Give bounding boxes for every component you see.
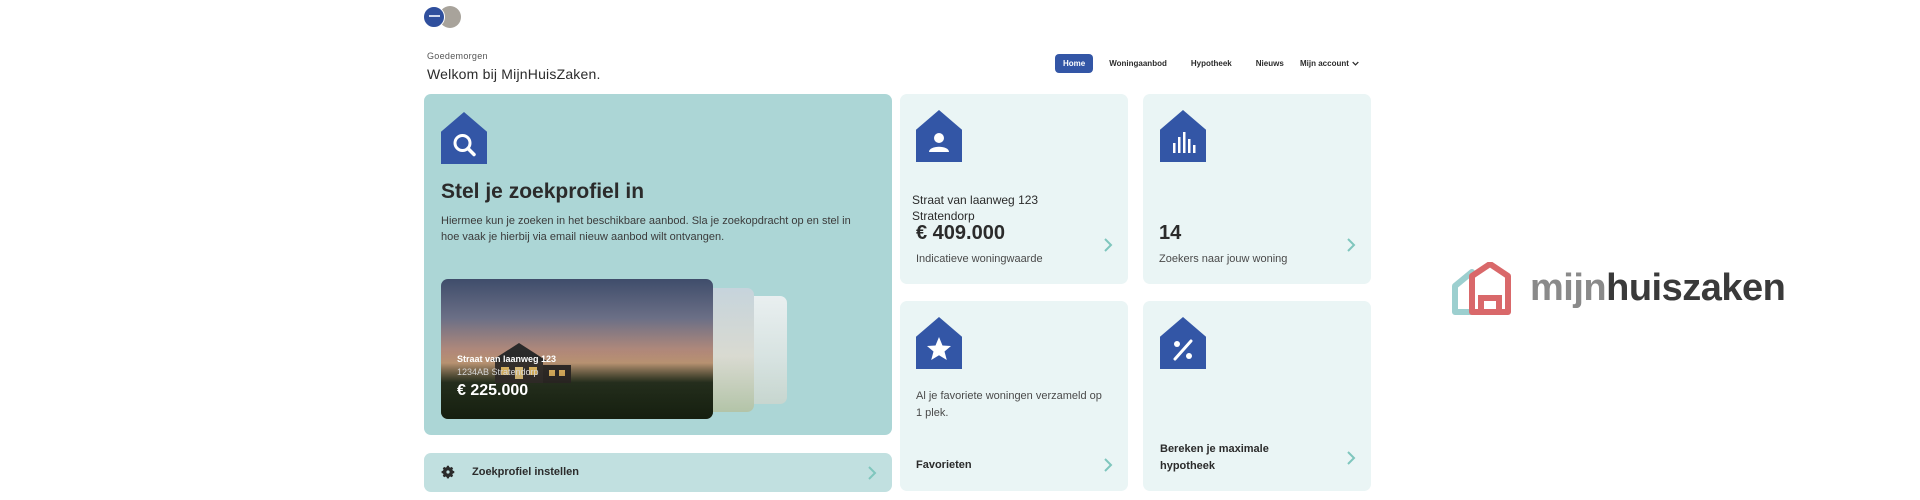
favorites-card[interactable]: Al je favoriete woningen verzameld op 1 … xyxy=(900,301,1128,491)
listing-street: Straat van laanweg 123 xyxy=(457,354,557,364)
home-address-line1: Straat van laanweg 123 xyxy=(912,193,1039,207)
partner-logo-blue xyxy=(423,6,445,28)
chevron-down-icon xyxy=(1352,61,1359,66)
search-profile-description: Hiermee kun je zoeken in het beschikbare… xyxy=(441,215,851,243)
nav-item-nieuws[interactable]: Nieuws xyxy=(1248,54,1292,73)
nav-item-home[interactable]: Home xyxy=(1055,54,1094,73)
page-title: Welkom bij MijnHuisZaken. xyxy=(427,66,601,82)
seekers-label: Zoekers naar jouw woning xyxy=(1159,253,1288,265)
home-value-amount: € 409.000 xyxy=(916,222,1005,244)
seekers-card[interactable]: 14 Zoekers naar jouw woning xyxy=(1143,94,1371,284)
chevron-right-icon xyxy=(1104,238,1113,252)
account-label: Mijn account xyxy=(1300,59,1349,68)
partner-logos xyxy=(423,6,463,28)
house-logo-icon xyxy=(1452,262,1511,315)
search-icon xyxy=(441,112,487,164)
chevron-right-icon xyxy=(1347,451,1356,465)
greeting-text: Goedemorgen xyxy=(427,51,488,61)
mortgage-card[interactable]: Bereken je maximale hypotheek xyxy=(1143,301,1371,491)
home-address: Straat van laanweg 123 Stratendorp xyxy=(912,192,1038,224)
favorites-title: Favorieten xyxy=(916,459,972,471)
user-icon xyxy=(916,110,962,162)
home-value-label: Indicatieve woningwaarde xyxy=(916,253,1043,265)
listing-card[interactable]: Straat van laanweg 123 1234AB Stratendor… xyxy=(441,279,713,419)
brand-wordmark: mijnhuiszaken xyxy=(1530,266,1786,310)
percent-icon xyxy=(1160,317,1206,369)
star-icon xyxy=(916,317,962,369)
home-value-card[interactable]: Straat van laanweg 123 Stratendorp € 409… xyxy=(900,94,1128,284)
search-profile-title: Stel je zoekprofiel in xyxy=(441,180,645,203)
chevron-right-icon xyxy=(1104,458,1113,472)
gear-icon xyxy=(441,465,455,479)
listing-price: € 225.000 xyxy=(457,382,529,399)
chevron-right-icon xyxy=(1347,238,1356,252)
main-nav: Home Woningaanbod Hypotheek Nieuws xyxy=(1055,54,1300,73)
favorites-description: Al je favoriete woningen verzameld op 1 … xyxy=(916,390,1102,419)
mortgage-title: Bereken je maximale hypotheek xyxy=(1160,443,1269,472)
brand-logo: mijnhuiszaken xyxy=(1450,262,1796,316)
brand-word-dark: huiszaken xyxy=(1606,267,1786,309)
nav-item-woningaanbod[interactable]: Woningaanbod xyxy=(1101,54,1175,73)
bar-chart-icon xyxy=(1160,110,1206,162)
account-menu[interactable]: Mijn account xyxy=(1300,54,1359,73)
nav-item-hypotheek[interactable]: Hypotheek xyxy=(1183,54,1240,73)
search-profile-button[interactable]: Zoekprofiel instellen xyxy=(424,453,892,492)
brand-word-light: mijn xyxy=(1530,267,1607,309)
listing-city: 1234AB Stratendorp xyxy=(457,367,539,377)
seekers-count: 14 xyxy=(1159,222,1182,244)
chevron-right-icon xyxy=(868,466,877,480)
search-profile-card[interactable]: Stel je zoekprofiel in Hiermee kun je zo… xyxy=(424,94,892,435)
search-profile-button-label: Zoekprofiel instellen xyxy=(472,466,579,478)
